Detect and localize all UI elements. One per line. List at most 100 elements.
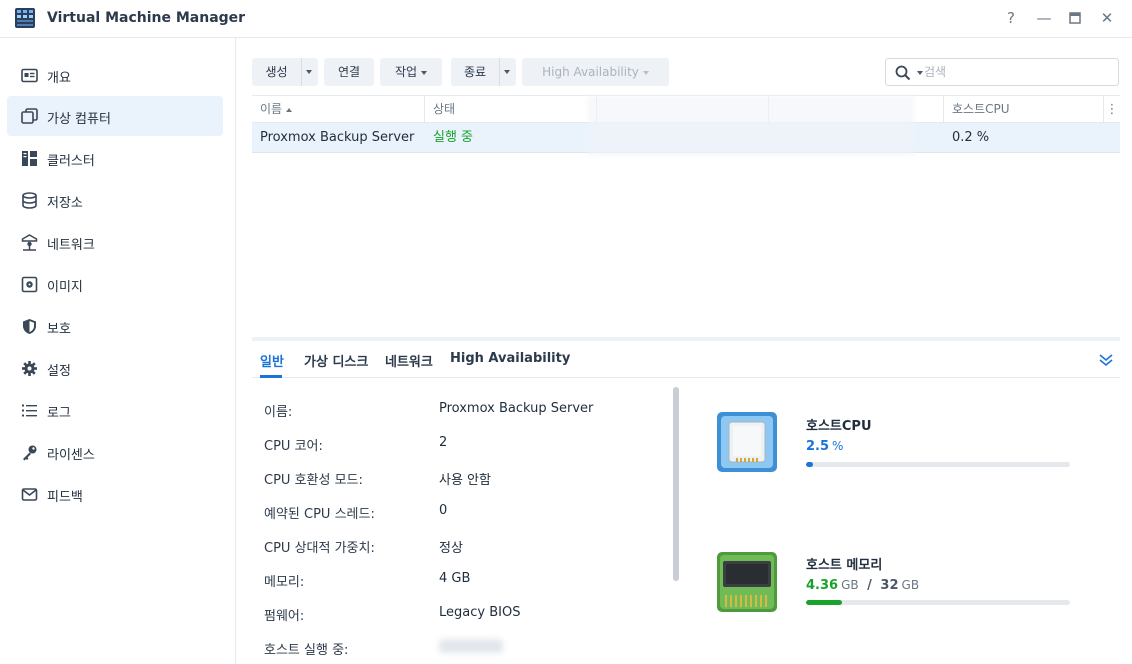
host-memory-value: 4.36 GB / 32 GB bbox=[806, 578, 919, 593]
sidebar-item-image[interactable]: 이미지 bbox=[7, 264, 223, 304]
sidebar-item-settings[interactable]: 설정 bbox=[7, 348, 223, 388]
search-box bbox=[885, 58, 1119, 86]
maximize-icon bbox=[1069, 12, 1081, 24]
tab-general[interactable]: 일반 bbox=[260, 351, 284, 370]
sidebar: 개요 가상 컴퓨터 클러스터 저장소 네트워크 이미지 보호 설정 로그 라이센… bbox=[0, 38, 236, 664]
host-cpu-value: 2.5% bbox=[806, 439, 843, 454]
detail-label-running-host: 호스트 실행 중: bbox=[264, 643, 349, 658]
host-cpu-progress-fill bbox=[806, 462, 813, 467]
list-icon bbox=[22, 404, 37, 417]
chevron-down-icon bbox=[642, 70, 649, 75]
sidebar-item-log[interactable]: 로그 bbox=[7, 390, 223, 430]
vm-cpu-cell: 0.2 % bbox=[952, 130, 990, 145]
detail-value-name: Proxmox Backup Server bbox=[439, 401, 594, 416]
host-memory-progress-fill bbox=[806, 600, 842, 605]
network-icon bbox=[21, 234, 38, 251]
search-icon[interactable] bbox=[895, 65, 911, 81]
sidebar-item-storage[interactable]: 저장소 bbox=[7, 180, 223, 220]
sidebar-item-protection[interactable]: 보호 bbox=[7, 306, 223, 346]
collapse-panel-icon[interactable] bbox=[1098, 352, 1114, 368]
host-cpu-unit: % bbox=[832, 439, 844, 453]
shield-icon bbox=[23, 319, 36, 334]
blurred-region bbox=[588, 96, 914, 156]
host-memory-separator: / bbox=[867, 578, 872, 593]
sidebar-item-virtual-machine[interactable]: 가상 컴퓨터 bbox=[7, 96, 223, 136]
sidebar-item-label: 로그 bbox=[47, 406, 71, 421]
column-header-label: 이름 bbox=[260, 102, 283, 116]
image-icon bbox=[21, 276, 38, 293]
column-menu-icon[interactable]: ⋮ bbox=[1104, 96, 1120, 123]
detail-value-firmware: Legacy BIOS bbox=[439, 605, 521, 620]
gear-icon bbox=[22, 361, 37, 376]
host-memory-used-unit: GB bbox=[841, 578, 859, 592]
app-logo-icon bbox=[15, 8, 35, 28]
minimize-button[interactable]: — bbox=[1034, 8, 1054, 28]
chevron-down-icon bbox=[421, 70, 428, 75]
host-memory-total-unit: GB bbox=[901, 578, 920, 592]
storage-icon bbox=[22, 192, 37, 209]
search-filter-chevron-icon[interactable] bbox=[917, 71, 923, 75]
detail-label-name: 이름: bbox=[264, 405, 293, 420]
sidebar-item-label: 라이센스 bbox=[47, 448, 95, 463]
app-title: Virtual Machine Manager bbox=[47, 10, 246, 26]
vm-name-cell: Proxmox Backup Server bbox=[260, 130, 415, 145]
sort-ascending-icon bbox=[286, 107, 293, 112]
sidebar-item-license[interactable]: 라이센스 bbox=[7, 432, 223, 472]
key-icon bbox=[23, 445, 37, 461]
column-header-host-cpu[interactable]: 호스트CPU bbox=[944, 96, 1104, 123]
detail-value-running-host bbox=[439, 639, 503, 653]
column-header-name[interactable]: 이름 bbox=[252, 96, 425, 123]
sidebar-item-label: 가상 컴퓨터 bbox=[47, 112, 111, 127]
sidebar-item-label: 이미지 bbox=[47, 280, 83, 295]
sidebar-item-label: 네트워크 bbox=[47, 238, 95, 253]
action-dropdown-button[interactable]: 작업 bbox=[380, 58, 442, 86]
overview-icon bbox=[21, 68, 38, 83]
detail-label-cpu-cores: CPU 코어: bbox=[264, 439, 323, 454]
cpu-chip-icon bbox=[717, 412, 777, 472]
sidebar-item-feedback[interactable]: 피드백 bbox=[7, 474, 223, 514]
maximize-button[interactable] bbox=[1065, 8, 1085, 28]
help-button[interactable]: ? bbox=[1001, 8, 1021, 28]
close-button[interactable]: ✕ bbox=[1097, 8, 1117, 28]
column-header-status[interactable]: 상태 bbox=[425, 96, 597, 123]
host-memory-used: 4.36 bbox=[806, 578, 839, 593]
sidebar-item-network[interactable]: 네트워크 bbox=[7, 222, 223, 262]
detail-tabs: 일반 가상 디스크 네트워크 High Availability bbox=[252, 341, 1120, 378]
active-tab-indicator bbox=[260, 375, 282, 378]
create-button[interactable]: 생성 bbox=[252, 58, 301, 86]
sidebar-item-label: 피드백 bbox=[47, 490, 83, 505]
tab-virtual-disk[interactable]: 가상 디스크 bbox=[304, 351, 368, 370]
chevron-down-icon bbox=[504, 70, 510, 74]
host-cpu-title: 호스트CPU bbox=[806, 419, 872, 434]
sidebar-item-label: 클러스터 bbox=[47, 154, 95, 169]
search-input[interactable] bbox=[924, 63, 1109, 81]
detail-value-cpu-cores: 2 bbox=[439, 435, 448, 450]
virtual-machine-icon bbox=[21, 108, 38, 124]
detail-label-reserved-threads: 예약된 CPU 스레드: bbox=[264, 507, 375, 522]
sidebar-item-overview[interactable]: 개요 bbox=[7, 55, 223, 95]
detail-label-memory: 메모리: bbox=[264, 575, 305, 590]
column-header-label: 호스트CPU bbox=[952, 102, 1010, 116]
vm-status-cell: 실행 중 bbox=[433, 130, 474, 145]
connect-button[interactable]: 연결 bbox=[324, 58, 374, 86]
sidebar-item-cluster[interactable]: 클러스터 bbox=[7, 138, 223, 178]
column-header-label: 상태 bbox=[433, 102, 456, 116]
title-bar: Virtual Machine Manager ? — ✕ bbox=[0, 0, 1132, 38]
details-scrollbar[interactable] bbox=[673, 387, 679, 581]
detail-value-reserved-threads: 0 bbox=[439, 503, 448, 518]
shutdown-dropdown-button[interactable] bbox=[499, 58, 516, 86]
detail-value-cpu-compat: 사용 안함 bbox=[439, 473, 491, 488]
tab-network[interactable]: 네트워크 bbox=[385, 351, 433, 370]
create-dropdown-button[interactable] bbox=[301, 58, 318, 86]
host-cpu-progress bbox=[806, 462, 1070, 467]
sidebar-item-label: 개요 bbox=[47, 71, 71, 86]
shutdown-button[interactable]: 종료 bbox=[451, 58, 499, 86]
tab-high-availability[interactable]: High Availability bbox=[450, 351, 570, 366]
sidebar-item-label: 보호 bbox=[47, 322, 71, 337]
sidebar-item-label: 저장소 bbox=[47, 196, 83, 211]
high-availability-button[interactable]: High Availability bbox=[522, 58, 669, 86]
mail-icon bbox=[21, 488, 38, 501]
high-availability-label: High Availability bbox=[542, 65, 639, 79]
cluster-icon bbox=[22, 151, 37, 166]
host-cpu-number: 2.5 bbox=[806, 439, 830, 454]
